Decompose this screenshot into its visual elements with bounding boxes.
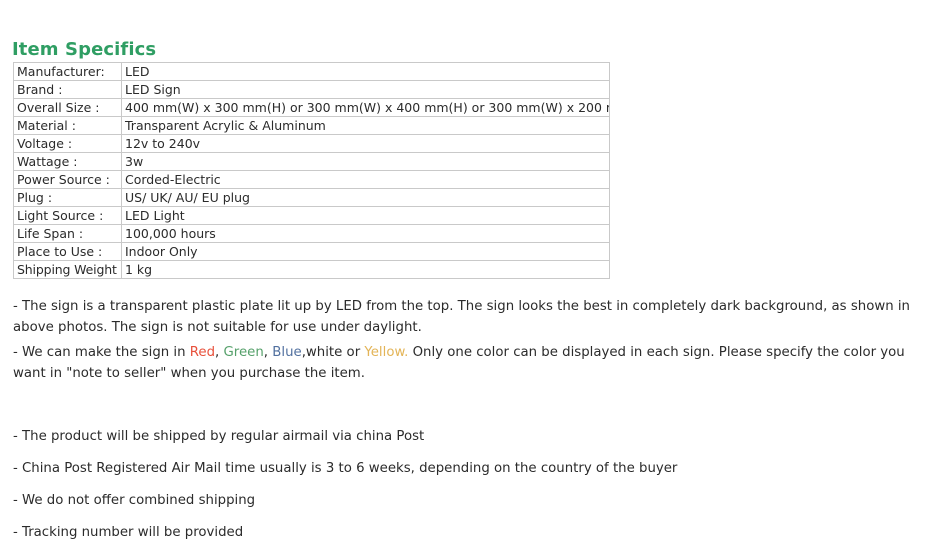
page-title: Item Specifics xyxy=(12,38,157,60)
spec-label-plug: Plug : xyxy=(13,188,122,207)
color-separator-4: or xyxy=(342,345,365,361)
shipping-note-2: - China Post Registered Air Mail time us… xyxy=(13,461,678,476)
shipping-note-1: - The product will be shipped by regular… xyxy=(13,429,425,444)
shipping-note-4: - Tracking number will be provided xyxy=(13,525,244,540)
table-row: Shipping Weight : 1 kg xyxy=(13,260,610,279)
color-options-paragraph: - We can make the sign in Red, Green, Bl… xyxy=(13,342,938,384)
spec-value-life-span: 100,000 hours xyxy=(121,224,610,243)
color-paragraph-lead: - We can make the sign in xyxy=(13,345,190,361)
spec-value-voltage: 12v to 240v xyxy=(121,134,610,153)
spec-value-plug: US/ UK/ AU/ EU plug xyxy=(121,188,610,207)
spec-label-brand: Brand : xyxy=(13,80,122,99)
spec-label-place-to-use: Place to Use : xyxy=(13,242,122,261)
spec-value-shipping-weight: 1 kg xyxy=(121,260,610,279)
specifications-table-body: Manufacturer: LED Brand : LED Sign Overa… xyxy=(13,62,610,279)
table-row: Life Span : 100,000 hours xyxy=(13,224,610,243)
spec-value-manufacturer: LED xyxy=(121,62,610,81)
color-word-blue: Blue xyxy=(272,345,302,361)
color-word-green: Green xyxy=(223,345,264,361)
description-paragraph: - The sign is a transparent plastic plat… xyxy=(13,299,910,336)
color-separator-2: , xyxy=(263,345,273,361)
table-row: Light Source : LED Light xyxy=(13,206,610,225)
shipping-note-3: - We do not offer combined shipping xyxy=(13,493,256,508)
spec-label-overall-size: Overall Size : xyxy=(13,98,122,117)
spec-label-life-span: Life Span : xyxy=(13,224,122,243)
spec-value-place-to-use: Indoor Only xyxy=(121,242,610,261)
table-row: Plug : US/ UK/ AU/ EU plug xyxy=(13,188,610,207)
color-word-white: white xyxy=(305,345,343,361)
table-row: Manufacturer: LED xyxy=(13,62,610,81)
spec-label-wattage: Wattage : xyxy=(13,152,122,171)
spec-label-shipping-weight: Shipping Weight : xyxy=(13,260,122,279)
color-word-red: Red xyxy=(189,345,216,361)
table-row: Overall Size : 400 mm(W) x 300 mm(H) or … xyxy=(13,98,610,117)
spec-value-light-source: LED Light xyxy=(121,206,610,225)
spec-label-light-source: Light Source : xyxy=(13,206,122,225)
table-row: Power Source : Corded-Electric xyxy=(13,170,610,189)
color-word-yellow: Yellow. xyxy=(364,345,409,361)
spec-label-voltage: Voltage : xyxy=(13,134,122,153)
table-row: Voltage : 12v to 240v xyxy=(13,134,610,153)
spec-value-wattage: 3w xyxy=(121,152,610,171)
spec-value-brand: LED Sign xyxy=(121,80,610,99)
color-separator-1: , xyxy=(215,345,224,361)
spec-value-material: Transparent Acrylic & Aluminum xyxy=(121,116,610,135)
spec-label-manufacturer: Manufacturer: xyxy=(13,62,122,81)
spec-value-overall-size: 400 mm(W) x 300 mm(H) or 300 mm(W) x 400… xyxy=(121,98,610,117)
spec-label-power-source: Power Source : xyxy=(13,170,122,189)
table-row: Material : Transparent Acrylic & Aluminu… xyxy=(13,116,610,135)
table-row: Wattage : 3w xyxy=(13,152,610,171)
specifications-table: Manufacturer: LED Brand : LED Sign Overa… xyxy=(13,62,610,279)
table-row: Place to Use : Indoor Only xyxy=(13,242,610,261)
spec-label-material: Material : xyxy=(13,116,122,135)
spec-value-power-source: Corded-Electric xyxy=(121,170,610,189)
item-specifics-page: Item Specifics Manufacturer: LED Brand :… xyxy=(0,0,942,558)
table-row: Brand : LED Sign xyxy=(13,80,610,99)
